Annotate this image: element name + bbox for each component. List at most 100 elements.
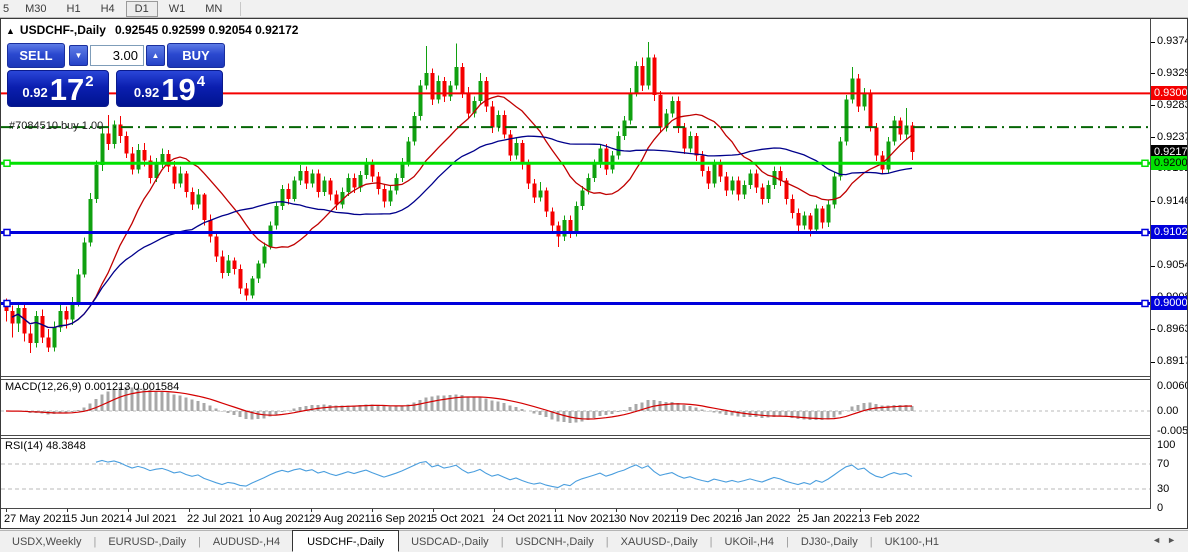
chart-tab-eurusd[interactable]: EURUSD-,Daily — [96, 534, 198, 550]
chart-tab-usdchf[interactable]: USDCHF-,Daily — [292, 529, 400, 552]
date-tick — [555, 509, 556, 512]
price-tick — [1151, 137, 1155, 139]
date-tick — [250, 509, 251, 512]
date-tick — [738, 509, 739, 512]
sell-price-box[interactable]: 0.92 17 2 — [7, 70, 109, 107]
timeframe-button-mn[interactable]: MN — [196, 1, 231, 17]
tab-scroll-right-icon[interactable]: ► — [1167, 535, 1182, 545]
rsi-label: RSI(14) 48.3848 — [5, 440, 86, 452]
date-label: 16 Sep 2021 — [370, 513, 433, 525]
timeframe-button-h1[interactable]: H1 — [58, 1, 90, 17]
date-tick — [860, 509, 861, 512]
chart-tab-usdcnh[interactable]: USDCNH-,Daily — [504, 534, 606, 550]
date-label: 29 Aug 2021 — [309, 513, 371, 525]
chart-tab-ukoil[interactable]: UKOil-,H4 — [713, 534, 787, 550]
chart-tab-audusd[interactable]: AUDUSD-,H4 — [201, 534, 292, 550]
date-axis: 27 May 2021 15 Jun 2021 4 Jul 2021 22 Jul 2… — [1, 509, 1151, 528]
date-label: 4 Jul 2021 — [126, 513, 177, 525]
volume-up-icon[interactable]: ▲ — [146, 45, 165, 66]
price-tick — [1151, 105, 1155, 107]
price-tick-label: 0.89170 — [1157, 355, 1187, 367]
price-tick-label: 0.89630 — [1157, 322, 1187, 335]
price-badge: 0.92008 — [1151, 156, 1187, 171]
ohlc-values: 0.92545 0.92599 0.92054 0.92172 — [114, 23, 299, 37]
volume-down-icon[interactable]: ▼ — [69, 45, 88, 66]
date-label: 25 Jan 2022 — [797, 513, 858, 525]
sell-price-sup: 2 — [85, 73, 94, 90]
date-label: 15 Jun 2021 — [65, 513, 126, 525]
buy-price-small: 0.92 — [133, 85, 160, 100]
timeframe-button-5[interactable]: 5 — [1, 1, 14, 17]
date-tick — [372, 509, 373, 512]
sell-price-small: 0.92 — [22, 85, 48, 100]
timeframe-button-d1[interactable]: D1 — [125, 0, 158, 17]
buy-price-sup: 4 — [196, 73, 206, 90]
price-badge: 0.90006 — [1151, 296, 1187, 311]
price-badge: 0.93006 — [1151, 86, 1187, 101]
sell-price-big: 17 — [49, 72, 85, 107]
date-label: 22 Jul 2021 — [187, 513, 244, 525]
date-tick — [6, 509, 7, 512]
price-tick — [1151, 201, 1155, 203]
rsi-axis-label: 100 — [1157, 439, 1176, 451]
date-label: 19 Dec 2021 — [675, 513, 738, 525]
open-order-label: #7084510 buy 1.00 — [9, 120, 104, 132]
pane-separator — [1, 376, 1151, 377]
date-tick — [67, 509, 68, 512]
chart-title: USDCHF-,Daily — [19, 23, 106, 37]
price-tick-label: 0.91460 — [1157, 194, 1187, 207]
chart-tab-xauusd[interactable]: XAUUSD-,Daily — [609, 534, 710, 550]
price-tick — [1151, 361, 1155, 363]
macd-label: MACD(12,26,9) 0.001213 0.001584 — [5, 381, 180, 393]
date-label: 30 Nov 2021 — [614, 513, 677, 525]
price-tick-label: 0.92370 — [1157, 130, 1187, 143]
date-label: 13 Feb 2022 — [858, 513, 920, 525]
date-label: 10 Aug 2021 — [248, 513, 310, 525]
chart-tab-uk100[interactable]: UK100-,H1 — [873, 534, 951, 550]
tab-scroll-left-icon[interactable]: ◄ — [1152, 535, 1167, 545]
date-tick — [189, 509, 190, 512]
chart-tab-dj30[interactable]: DJ30-,Daily — [789, 534, 870, 550]
collapse-arrow-icon[interactable]: ▲ — [6, 26, 15, 36]
rsi-pane[interactable] — [1, 438, 1151, 508]
sell-button[interactable]: SELL — [7, 43, 65, 68]
date-label: 6 Jan 2022 — [736, 513, 791, 525]
tab-scroll-arrows[interactable]: ◄► — [1152, 535, 1182, 545]
timeframe-button-w1[interactable]: W1 — [160, 1, 195, 17]
price-tick — [1151, 73, 1155, 74]
chart-tab-usdx[interactable]: USDX,Weekly — [0, 534, 93, 550]
date-tick — [433, 509, 434, 512]
timeframe-button-h4[interactable]: H4 — [92, 1, 124, 17]
macd-axis-label: -0.005227 — [1157, 425, 1188, 437]
price-tick-label: 0.93290 — [1157, 66, 1187, 79]
price-tick — [1151, 265, 1155, 267]
date-tick — [677, 509, 678, 512]
chart-window: ▲ USDCHF-,Daily 0.92545 0.92599 0.92054 0.… — [0, 18, 1188, 529]
chart-tab-bar: USDX,Weekly | EURUSD-,Daily | AUDUSD-,H4 USDC… — [0, 529, 1188, 552]
price-tick-label: 0.93740 — [1157, 35, 1187, 47]
trading-terminal: 5 M30 H1 H4 D1 W1 MN ▲ USDCHF-,Daily 0.92545 0.9… — [0, 0, 1188, 552]
date-tick — [494, 509, 495, 512]
date-label: 27 May 2021 — [4, 513, 68, 525]
timeframe-toolbar: 5 M30 H1 H4 D1 W1 MN — [0, 0, 1188, 18]
volume-input[interactable]: 3.00 — [90, 45, 144, 66]
pane-separator — [1, 435, 1151, 436]
buy-button[interactable]: BUY — [167, 43, 225, 68]
price-badge: 0.91020 — [1151, 225, 1187, 240]
buy-price-box[interactable]: 0.92 19 4 — [116, 70, 223, 107]
one-click-trade-panel: SELL ▼ 3.00 ▲ BUY 0.92 17 2 0.92 19 4 — [7, 43, 225, 107]
price-tick-label: 0.90540 — [1157, 259, 1187, 272]
pane-separator — [1, 438, 1151, 439]
chart-tab-usdcad[interactable]: USDCAD-,Daily — [399, 534, 501, 550]
rsi-axis-label: 0 — [1157, 502, 1164, 514]
rsi-axis-label: 30 — [1157, 483, 1170, 495]
date-label: 24 Oct 2021 — [492, 513, 552, 525]
buy-price-big: 19 — [161, 72, 196, 107]
date-label: 5 Oct 2021 — [431, 513, 485, 525]
timeframe-button-m30[interactable]: M30 — [16, 1, 55, 17]
toolbar-divider — [240, 1, 242, 16]
date-tick — [128, 509, 129, 512]
pane-separator — [1, 379, 1151, 380]
macd-axis-label: 0.00 — [1157, 405, 1179, 417]
date-tick — [616, 509, 617, 512]
